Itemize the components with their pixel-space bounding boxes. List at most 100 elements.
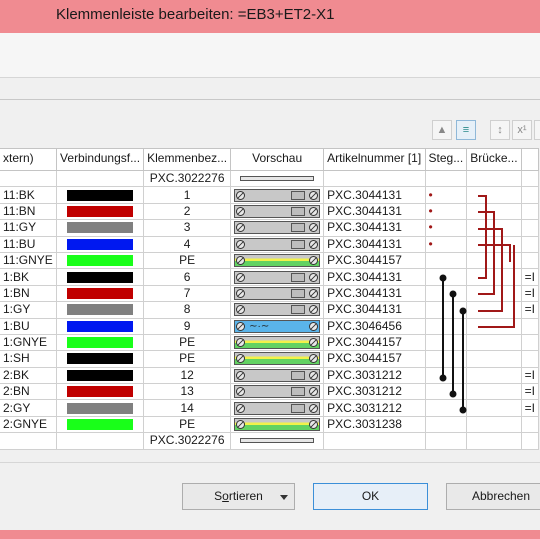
- cell-terminal-designation[interactable]: PXC.3022276: [143, 169, 232, 188]
- column-header-vorschau[interactable]: Vorschau: [230, 148, 325, 171]
- cell-extra[interactable]: =I: [520, 301, 540, 319]
- cell-preview[interactable]: [230, 366, 325, 385]
- cell-extern[interactable]: [0, 432, 58, 450]
- cell-extra[interactable]: =I: [520, 284, 540, 303]
- cell-article-number[interactable]: PXC.3044131: [323, 284, 426, 303]
- table-row[interactable]: 11:GY 3 PXC.3044131 •: [0, 219, 540, 237]
- cell-preview[interactable]: [230, 399, 325, 417]
- cell-extra[interactable]: [520, 169, 540, 188]
- cell-extra[interactable]: [520, 251, 540, 270]
- cell-article-number[interactable]: PXC.3044131: [323, 219, 426, 237]
- table-row[interactable]: 2:BK 12 PXC.3031212 =I: [0, 366, 540, 385]
- cell-steg[interactable]: [424, 268, 468, 286]
- cell-preview[interactable]: [230, 432, 325, 450]
- cell-steg[interactable]: [424, 284, 468, 303]
- table-row[interactable]: PXC.3022276: [0, 432, 540, 450]
- cell-steg[interactable]: [424, 383, 468, 401]
- expand-button[interactable]: ↕: [534, 120, 540, 140]
- cell-wire-color[interactable]: [56, 333, 145, 352]
- cell-steg[interactable]: [424, 301, 468, 319]
- cell-wire-color[interactable]: [56, 186, 145, 204]
- cell-preview[interactable]: [230, 202, 325, 221]
- column-header-extern[interactable]: xtern): [0, 148, 58, 171]
- cell-extra[interactable]: [520, 186, 540, 204]
- chevron-down-icon[interactable]: [280, 495, 288, 500]
- cell-article-number[interactable]: PXC.3031212: [323, 366, 426, 385]
- table-row[interactable]: 11:GNYE PE PXC.3044157: [0, 251, 540, 270]
- cell-steg[interactable]: [424, 169, 468, 188]
- cell-preview[interactable]: [230, 415, 325, 434]
- cell-terminal-designation[interactable]: PE: [143, 251, 232, 270]
- cell-extern[interactable]: 2:BK: [0, 366, 58, 385]
- table-row[interactable]: 1:BN 7 PXC.3044131 =I: [0, 284, 540, 303]
- cell-article-number[interactable]: PXC.3031212: [323, 399, 426, 417]
- cell-article-number[interactable]: PXC.3031212: [323, 383, 426, 401]
- cell-wire-color[interactable]: [56, 251, 145, 270]
- cell-extra[interactable]: =I: [520, 399, 540, 417]
- cell-extra[interactable]: [520, 432, 540, 450]
- cell-preview[interactable]: [230, 251, 325, 270]
- cell-wire-color[interactable]: [56, 432, 145, 450]
- cell-article-number[interactable]: PXC.3044131: [323, 235, 426, 253]
- column-header-klemmenbez[interactable]: Klemmenbez...: [143, 148, 232, 171]
- cell-terminal-designation[interactable]: PE: [143, 333, 232, 352]
- sort-button[interactable]: Sortieren: [182, 483, 295, 510]
- table-row[interactable]: 1:GNYE PE PXC.3044157: [0, 333, 540, 352]
- cell-preview[interactable]: [230, 383, 325, 401]
- cell-article-number[interactable]: [323, 169, 426, 188]
- cancel-button[interactable]: Abbrechen: [446, 483, 540, 510]
- cell-wire-color[interactable]: [56, 350, 145, 368]
- cell-preview[interactable]: [230, 186, 325, 204]
- cell-bruecke[interactable]: [466, 383, 522, 401]
- cell-preview[interactable]: [230, 268, 325, 286]
- cell-wire-color[interactable]: [56, 301, 145, 319]
- cell-terminal-designation[interactable]: 2: [143, 202, 232, 221]
- cell-extern[interactable]: 2:BN: [0, 383, 58, 401]
- cell-extern[interactable]: 1:GY: [0, 301, 58, 319]
- table-row[interactable]: 11:BU 4 PXC.3044131 •: [0, 235, 540, 253]
- cell-terminal-designation[interactable]: 6: [143, 268, 232, 286]
- cell-wire-color[interactable]: [56, 219, 145, 237]
- cell-extra[interactable]: =I: [520, 366, 540, 385]
- cell-article-number[interactable]: PXC.3044131: [323, 202, 426, 221]
- cell-wire-color[interactable]: [56, 317, 145, 335]
- table-row[interactable]: 2:GNYE PE PXC.3031238: [0, 415, 540, 434]
- cell-preview[interactable]: [230, 333, 325, 352]
- cell-extern[interactable]: 2:GY: [0, 399, 58, 417]
- cell-extra[interactable]: [520, 333, 540, 352]
- cell-article-number[interactable]: [323, 432, 426, 450]
- cell-terminal-designation[interactable]: PXC.3022276: [143, 432, 232, 450]
- cell-article-number[interactable]: PXC.3044131: [323, 301, 426, 319]
- cell-terminal-designation[interactable]: 1: [143, 186, 232, 204]
- cell-article-number[interactable]: PXC.3044157: [323, 333, 426, 352]
- cell-bruecke[interactable]: [466, 235, 522, 253]
- table-row[interactable]: 1:GY 8 PXC.3044131 =I: [0, 301, 540, 319]
- cell-bruecke[interactable]: [466, 317, 522, 335]
- cell-bruecke[interactable]: [466, 432, 522, 450]
- cell-bruecke[interactable]: [466, 301, 522, 319]
- cell-extra[interactable]: =I: [520, 268, 540, 286]
- cell-extern[interactable]: 1:GNYE: [0, 333, 58, 352]
- cell-wire-color[interactable]: [56, 235, 145, 253]
- cell-bruecke[interactable]: [466, 186, 522, 204]
- cell-steg[interactable]: •: [424, 219, 468, 237]
- cell-steg[interactable]: [424, 366, 468, 385]
- cell-bruecke[interactable]: [466, 350, 522, 368]
- sort-vertical-button[interactable]: ↕: [490, 120, 510, 140]
- cell-extern[interactable]: 2:GNYE: [0, 415, 58, 434]
- cell-article-number[interactable]: PXC.3031238: [323, 415, 426, 434]
- cell-extra[interactable]: [520, 202, 540, 221]
- ok-button[interactable]: OK: [313, 483, 428, 510]
- cell-bruecke[interactable]: [466, 219, 522, 237]
- cell-article-number[interactable]: PXC.3044157: [323, 350, 426, 368]
- cell-preview[interactable]: [230, 284, 325, 303]
- cell-wire-color[interactable]: [56, 284, 145, 303]
- cell-bruecke[interactable]: [466, 366, 522, 385]
- cell-extern[interactable]: 11:BN: [0, 202, 58, 221]
- cell-steg[interactable]: •: [424, 202, 468, 221]
- cell-bruecke[interactable]: [466, 284, 522, 303]
- cell-terminal-designation[interactable]: 9: [143, 317, 232, 335]
- cell-preview[interactable]: [230, 235, 325, 253]
- cell-wire-color[interactable]: [56, 169, 145, 188]
- cell-article-number[interactable]: PXC.3044157: [323, 251, 426, 270]
